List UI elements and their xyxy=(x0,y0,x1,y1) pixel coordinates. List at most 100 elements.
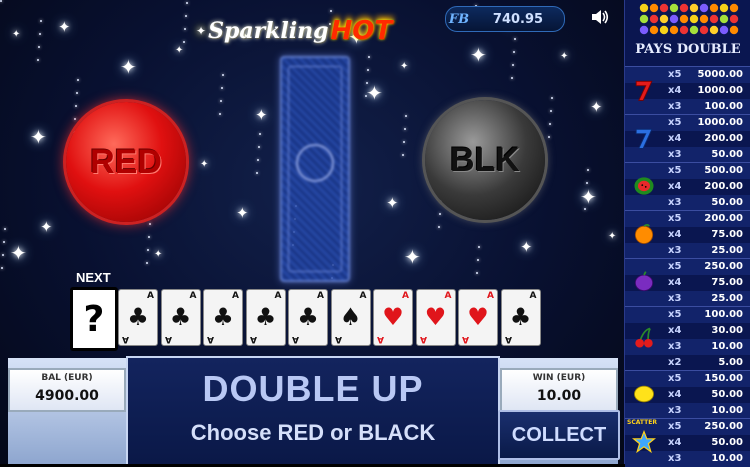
lamp-dot xyxy=(679,3,689,13)
card-rank: A xyxy=(419,334,427,344)
game-logo: ✦ Sparkling HOT xyxy=(196,14,392,48)
lamp-dot xyxy=(699,3,709,13)
star-dot xyxy=(550,110,552,112)
lamp-dot xyxy=(679,14,689,24)
lamp-dot xyxy=(699,25,709,35)
lamp-dot xyxy=(649,25,659,35)
star-dot xyxy=(146,262,148,264)
pay-multiplier: x3 xyxy=(668,149,682,160)
card-rank: A xyxy=(232,291,239,301)
scatter-label: SCATTER xyxy=(627,419,657,426)
pay-multiplier: x4 xyxy=(668,133,682,144)
pay-amount: 150.00 xyxy=(704,373,743,384)
star-decoration: ✦ xyxy=(30,125,47,149)
card-rank: A xyxy=(274,291,282,301)
card-rank: A xyxy=(359,291,367,301)
pay-multiplier: x5 xyxy=(668,421,682,432)
pay-multiplier: x3 xyxy=(668,453,682,464)
star-dot xyxy=(476,272,478,274)
card-rank: A xyxy=(444,291,452,301)
pay-amount: 75.00 xyxy=(711,229,743,240)
lamp-dot xyxy=(649,3,659,13)
star-dot xyxy=(478,246,480,248)
sparkle-icon: ✦ xyxy=(196,24,207,38)
pay-amount: 5000.00 xyxy=(697,69,743,80)
history-card: A ♣ A xyxy=(500,289,541,346)
pay-row: x2 5.00 xyxy=(625,355,750,371)
star-dot xyxy=(185,15,187,17)
star-scatter-icon xyxy=(629,427,659,457)
pay-multiplier: x4 xyxy=(668,229,682,240)
star-dot xyxy=(76,92,78,94)
pay-multiplier: x3 xyxy=(668,341,682,352)
pay-amount: 1000.00 xyxy=(697,85,743,96)
credit-logo-icon: FB xyxy=(448,11,470,27)
star-decoration: ✦ xyxy=(58,18,71,36)
history-card: A ♣ A xyxy=(160,289,201,346)
star-decoration: ✦ xyxy=(200,159,209,170)
star-dot xyxy=(219,113,221,115)
pay-amount: 25.00 xyxy=(711,293,743,304)
credit-value: 740.95 xyxy=(492,11,544,27)
star-dot xyxy=(147,249,149,251)
star-decoration: ✦ xyxy=(400,61,409,72)
double-up-title: DOUBLE UP xyxy=(202,368,424,409)
star-dot xyxy=(549,123,551,125)
lamp-dot xyxy=(649,14,659,24)
star-dot xyxy=(0,0,2,2)
star-dot xyxy=(77,79,79,81)
history-card: A ♠ A xyxy=(330,289,371,346)
star-dot xyxy=(258,146,260,148)
pay-amount: 50.00 xyxy=(711,197,743,208)
card-rank: A xyxy=(377,334,384,344)
star-decoration: ✦ xyxy=(40,218,53,236)
card-rank: A xyxy=(189,291,197,301)
collect-button[interactable]: COLLECT xyxy=(498,410,620,460)
star-dot xyxy=(402,154,404,156)
lamp-dot xyxy=(729,14,739,24)
card-rank: A xyxy=(147,291,154,301)
speaker-icon[interactable] xyxy=(590,8,610,26)
star-dot xyxy=(3,241,5,243)
lamp-dot xyxy=(669,14,679,24)
pay-multiplier: x2 xyxy=(668,357,682,368)
star-dot xyxy=(551,97,553,99)
lamp-dot xyxy=(639,3,649,13)
logo-word-sparkling: Sparkling xyxy=(208,18,329,44)
lamp-dot xyxy=(709,25,719,35)
star-decoration: ✦ xyxy=(154,249,163,260)
card-rank: A xyxy=(164,334,172,344)
star-dot xyxy=(4,228,6,230)
pay-row: x5 100.00 xyxy=(625,307,750,323)
win-value: 10.00 xyxy=(536,388,582,404)
red-seven-icon xyxy=(629,75,659,105)
star-dot xyxy=(39,33,41,35)
star-decoration: ✦ xyxy=(10,241,27,265)
blue-seven-icon xyxy=(629,123,659,153)
star-dot xyxy=(183,41,185,43)
star-dot xyxy=(221,87,223,89)
star-dot xyxy=(513,51,515,53)
star-decoration: ✦ xyxy=(580,185,597,209)
red-button[interactable]: RED xyxy=(66,102,186,222)
lamp-dot xyxy=(639,14,649,24)
star-dot xyxy=(586,182,588,184)
pay-multiplier: x5 xyxy=(668,117,682,128)
star-dot xyxy=(38,46,40,48)
card-back-emblem xyxy=(296,144,334,182)
pay-amount: 200.00 xyxy=(704,213,743,224)
card-suit: ♠ xyxy=(339,303,362,331)
star-dot xyxy=(548,136,550,138)
card-suit: ♣ xyxy=(254,303,277,331)
star-dot xyxy=(403,141,405,143)
red-button-label: RED xyxy=(90,142,162,181)
flipping-card-back xyxy=(280,56,350,282)
pay-multiplier: x3 xyxy=(668,293,682,304)
card-rank: A xyxy=(292,334,299,344)
black-button[interactable]: BLK xyxy=(425,100,545,220)
pay-amount: 500.00 xyxy=(704,165,743,176)
history-card: A ♣ A xyxy=(118,289,158,346)
star-dot xyxy=(2,254,4,256)
pay-multiplier: x4 xyxy=(668,437,682,448)
history-card: A ♣ A xyxy=(203,289,243,346)
